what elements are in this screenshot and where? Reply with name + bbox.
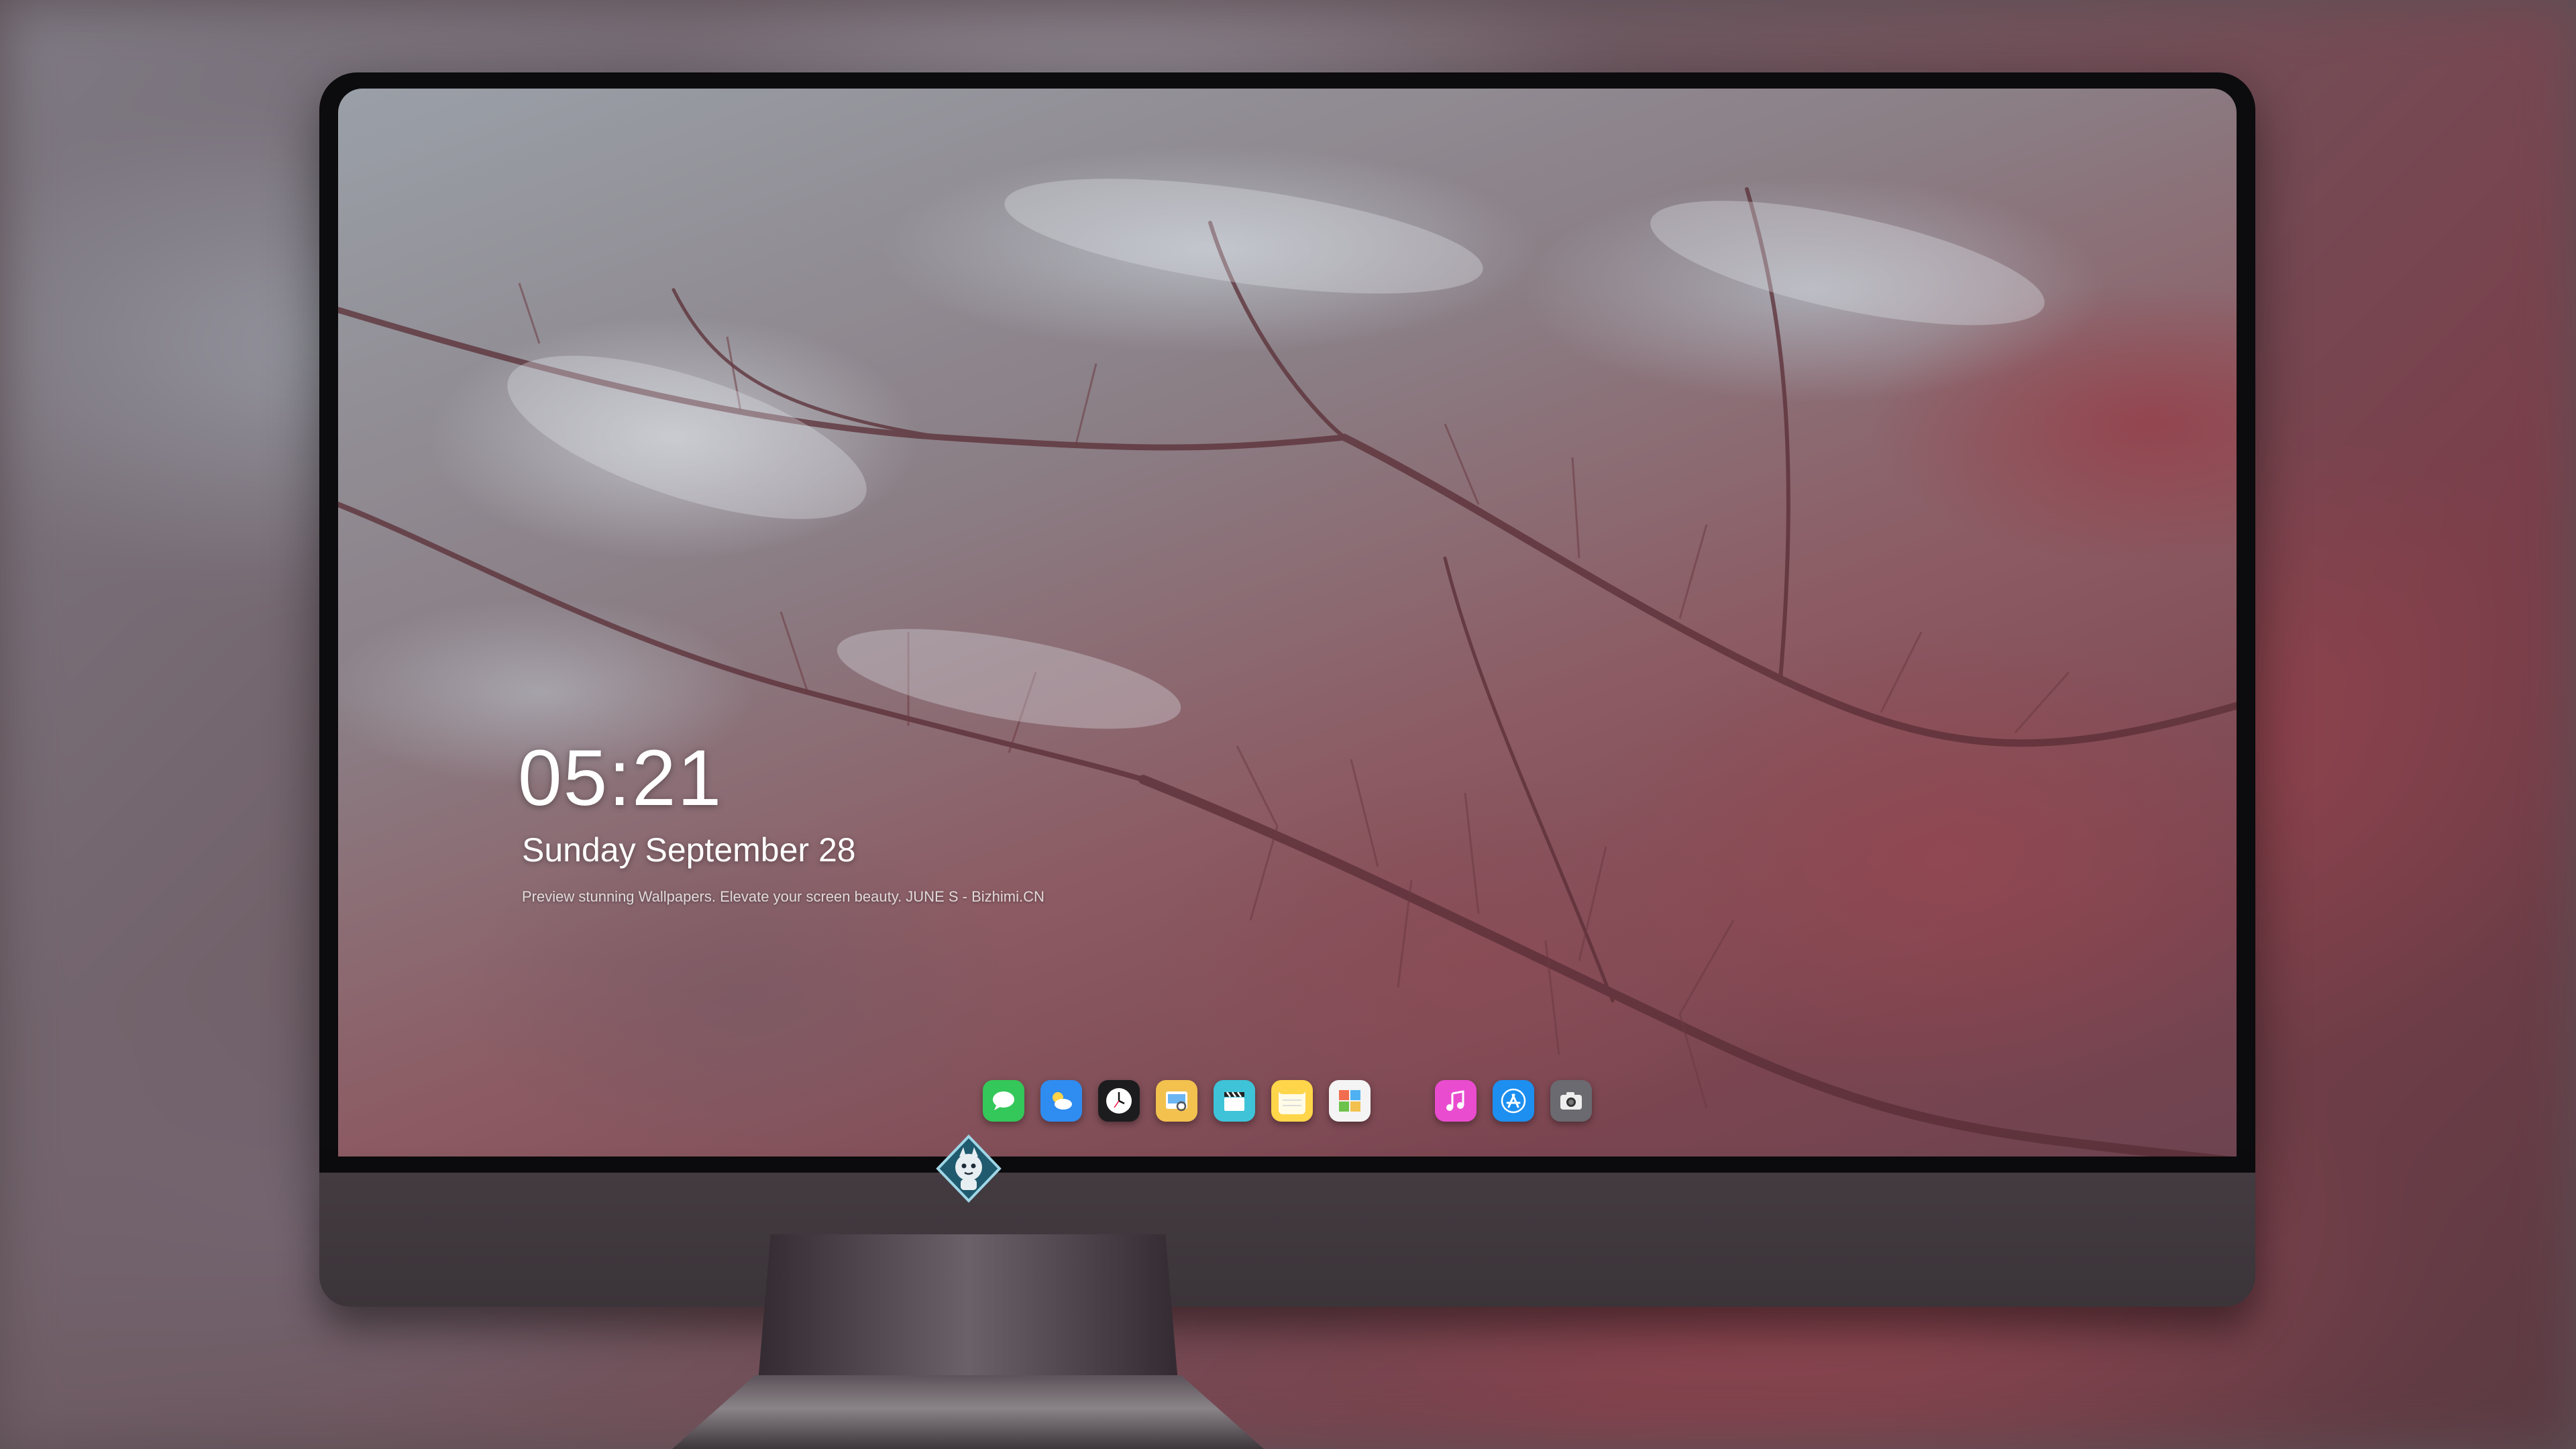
camera-icon[interactable] — [1550, 1080, 1592, 1122]
photos-icon[interactable] — [1329, 1080, 1371, 1122]
app-store-icon[interactable] — [1493, 1080, 1534, 1122]
monitor-stand-neck — [758, 1234, 1178, 1382]
monitor-chin — [319, 1173, 2255, 1307]
notes-icon[interactable] — [1271, 1080, 1313, 1122]
lock-screen-date: Sunday September 28 — [522, 831, 856, 869]
preview-icon[interactable] — [1156, 1080, 1197, 1122]
terrain-wallpaper — [338, 178, 2237, 1157]
music-icon[interactable] — [1435, 1080, 1477, 1122]
clock-icon[interactable] — [1098, 1080, 1140, 1122]
lock-screen-clock: 05:21 — [518, 734, 723, 822]
brand-logo-icon — [936, 1134, 1002, 1203]
messages-icon[interactable] — [983, 1080, 1024, 1122]
wallpaper-credit: Preview stunning Wallpapers. Elevate you… — [522, 888, 1044, 905]
monitor: 05:21 Sunday September 28 Preview stunni… — [319, 72, 2255, 1307]
lock-screen[interactable]: 05:21 Sunday September 28 Preview stunni… — [338, 89, 2237, 1157]
weather-icon[interactable] — [1040, 1080, 1082, 1122]
clapper-icon[interactable] — [1214, 1080, 1255, 1122]
monitor-bezel: 05:21 Sunday September 28 Preview stunni… — [319, 72, 2255, 1173]
dock — [338, 1080, 2237, 1122]
monitor-stand-base — [672, 1375, 1264, 1449]
